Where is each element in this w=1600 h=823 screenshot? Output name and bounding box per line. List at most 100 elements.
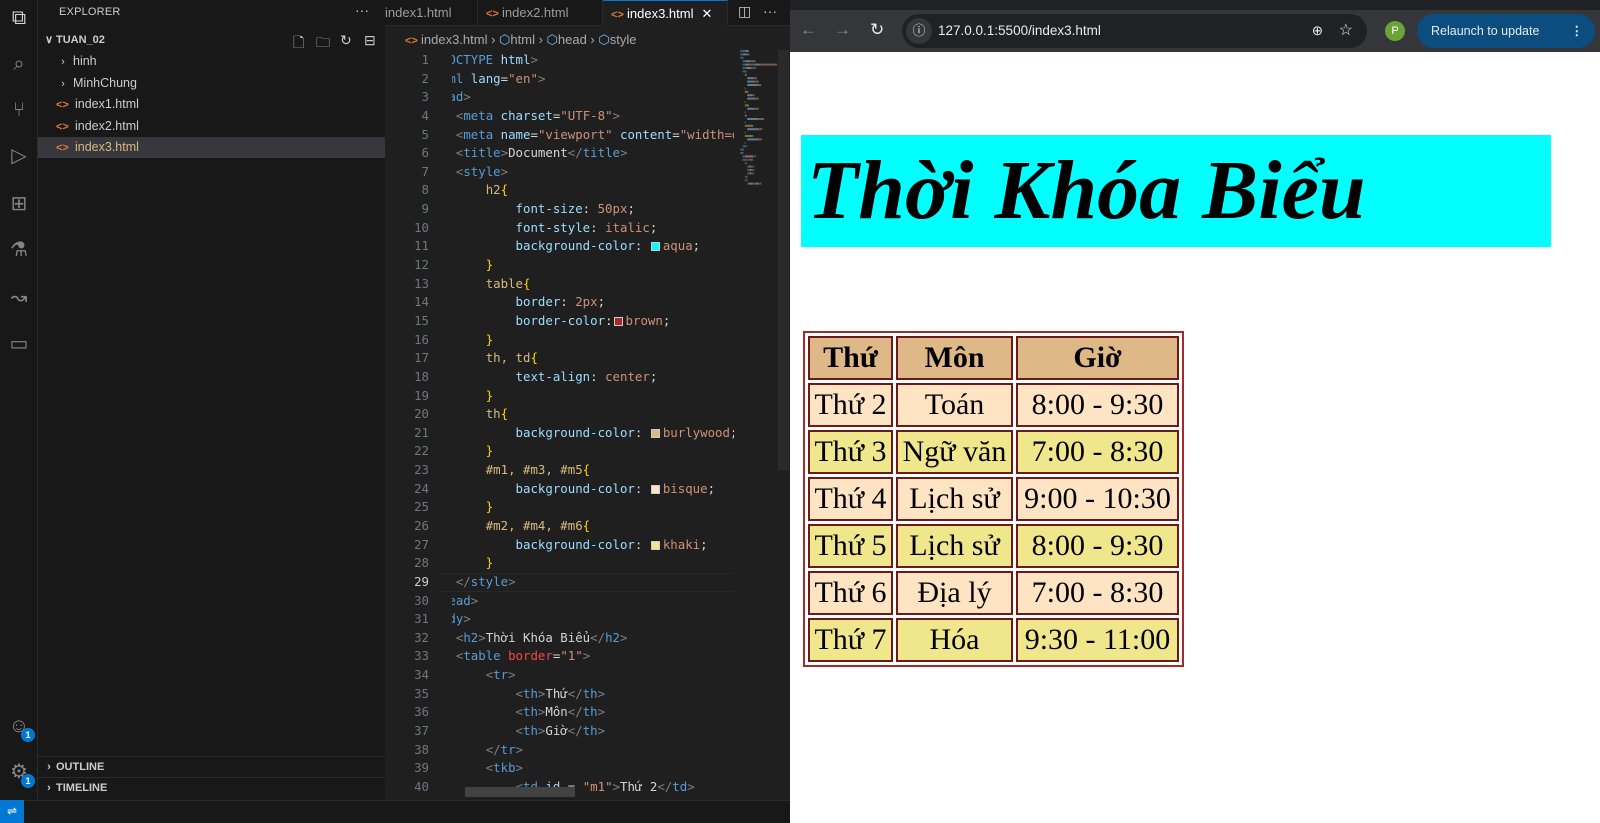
close-icon[interactable]: ✕ xyxy=(701,6,712,21)
code-line[interactable]: } xyxy=(452,442,734,461)
back-icon[interactable]: ← xyxy=(800,20,817,40)
extensions-icon[interactable]: ⊞ xyxy=(5,190,33,218)
code-line[interactable]: </head> xyxy=(452,592,734,611)
code-token: > xyxy=(537,70,546,86)
code-token: > xyxy=(582,648,591,664)
zoom-icon[interactable]: ⊕ xyxy=(1312,14,1323,48)
tab-index2[interactable]: <> index2.html xyxy=(478,0,603,26)
code-line[interactable]: background-color: khaki; xyxy=(452,536,734,555)
remote-icon[interactable]: ↝ xyxy=(5,284,33,312)
code-line[interactable]: } xyxy=(452,387,734,406)
run-debug-icon[interactable]: ▷ xyxy=(5,142,33,170)
code-line[interactable]: <html lang="en"> xyxy=(452,70,734,89)
code-line[interactable]: border: 2px; xyxy=(452,293,734,312)
tab-index1[interactable]: index1.html xyxy=(377,0,478,26)
code-line[interactable]: </style> xyxy=(452,573,734,592)
code-line[interactable]: #m1, #m3, #m5{ xyxy=(452,461,734,480)
reload-icon[interactable]: ↻ xyxy=(870,20,884,40)
code-line[interactable]: th{ xyxy=(452,405,734,424)
code-line[interactable]: } xyxy=(452,331,734,350)
settings-gear-icon[interactable]: ⚙ 1 xyxy=(5,758,35,788)
code-line[interactable]: th, td{ xyxy=(452,349,734,368)
code-line[interactable]: <title>Document</title> xyxy=(452,144,734,163)
code-token: > xyxy=(500,145,509,161)
code-line[interactable]: #m2, #m4, #m6{ xyxy=(452,517,734,536)
outline-section[interactable]: › OUTLINE xyxy=(38,756,385,777)
menu-icon[interactable]: ⋮ xyxy=(1571,14,1584,48)
code-line[interactable]: background-color: aqua; xyxy=(452,237,734,256)
minimap-mark xyxy=(752,124,754,127)
code-line[interactable]: <tkb> xyxy=(452,759,734,778)
code-line[interactable]: } xyxy=(452,256,734,275)
code-line[interactable]: <meta name="viewport" content="width=dev… xyxy=(452,126,734,145)
code-line[interactable]: table{ xyxy=(452,275,734,294)
code-token: tr xyxy=(500,741,516,757)
code-line[interactable]: <th>Thứ</th> xyxy=(452,685,734,704)
code-editor[interactable]: 1<!DOCTYPE html>2<html lang="en">3<head>… xyxy=(385,50,790,800)
forward-icon[interactable]: → xyxy=(834,20,851,40)
code-line[interactable]: background-color: bisque; xyxy=(452,480,734,499)
testing-icon[interactable]: ⚗ xyxy=(5,236,33,264)
folder-item[interactable]: › MinhChung xyxy=(38,73,385,94)
code-line[interactable]: } xyxy=(452,498,734,517)
more-actions-icon[interactable]: ··· xyxy=(355,2,369,18)
breadcrumb-item[interactable]: style xyxy=(610,32,637,47)
remote-indicator[interactable]: ⇌ xyxy=(0,800,24,823)
code-line[interactable]: border-color: brown; xyxy=(452,312,734,331)
breadcrumb-item[interactable]: index3.html xyxy=(421,32,487,47)
file-item[interactable]: <> index2.html xyxy=(38,116,385,137)
code-line[interactable]: <body> xyxy=(452,610,734,629)
code-line[interactable]: <style> xyxy=(452,163,734,182)
minimap-mark xyxy=(753,169,755,171)
code-line[interactable]: <!DOCTYPE html> xyxy=(452,51,734,70)
more-icon[interactable]: ··· xyxy=(763,3,777,19)
folder-item[interactable]: › hinh xyxy=(38,51,385,72)
code-line[interactable]: <table border="1"> xyxy=(452,647,734,666)
chat-icon[interactable]: ▭ xyxy=(5,330,33,358)
breadcrumb-item[interactable]: html xyxy=(510,32,535,47)
folder-header[interactable]: ∨ TUAN_02 xyxy=(38,30,385,51)
code-line[interactable]: text-align: center; xyxy=(452,368,734,387)
code-line[interactable]: <head> xyxy=(452,88,734,107)
refresh-icon[interactable]: ↻ xyxy=(340,32,352,49)
code-line[interactable]: font-style: italic; xyxy=(452,219,734,238)
split-editor-icon[interactable]: ◫ xyxy=(738,3,751,20)
site-info-icon[interactable]: ⓘ xyxy=(906,18,932,45)
editor-scroll-thumb[interactable] xyxy=(778,50,789,470)
bookmark-star-icon[interactable]: ☆ xyxy=(1339,14,1353,48)
minimap[interactable] xyxy=(740,50,778,190)
address-bar[interactable]: ⓘ 127.0.0.1:5500/index3.html ⊕ ☆ xyxy=(902,14,1367,48)
line-number: 37 xyxy=(414,723,429,739)
code-line[interactable]: <th>Giờ</th> xyxy=(452,722,734,741)
tab-index3[interactable]: <> index3.html ✕ xyxy=(603,0,728,26)
minimap-mark xyxy=(760,84,761,86)
line-number: 18 xyxy=(414,368,429,384)
line-number: 32 xyxy=(414,629,429,645)
code-line[interactable]: <th>Môn</th> xyxy=(452,703,734,722)
element-icon: ⬡ xyxy=(598,32,610,47)
code-token: { xyxy=(582,462,591,478)
explorer-icon[interactable]: ⧉ xyxy=(5,4,33,32)
collapse-all-icon[interactable]: ⊟ xyxy=(364,32,376,49)
timeline-section[interactable]: › TIMELINE xyxy=(38,777,385,798)
horizontal-scroll-thumb[interactable] xyxy=(465,787,575,797)
profile-avatar[interactable]: P xyxy=(1385,21,1405,41)
code-token: > xyxy=(508,573,516,589)
code-line[interactable]: } xyxy=(452,554,734,573)
source-control-icon[interactable]: ⑂ xyxy=(5,96,33,124)
code-line[interactable]: <tr> xyxy=(452,666,734,685)
code-line[interactable]: font-size: 50px; xyxy=(452,200,734,219)
code-token: Thời Khóa Biểu xyxy=(485,629,591,645)
relaunch-button[interactable]: Relaunch to update ⋮ xyxy=(1417,14,1595,48)
file-item[interactable]: <> index3.html xyxy=(38,137,385,159)
code-line[interactable]: <h2>Thời Khóa Biểu</h2> xyxy=(452,629,734,648)
search-icon[interactable]: ⌕ xyxy=(5,50,33,78)
breadcrumb-item[interactable]: head xyxy=(558,32,587,47)
file-item[interactable]: <> index1.html xyxy=(38,94,385,115)
html-file-icon: <> xyxy=(56,99,69,112)
code-line[interactable]: <meta charset="UTF-8"> xyxy=(452,107,734,126)
account-icon[interactable]: ☺ 1 xyxy=(5,712,35,742)
code-line[interactable]: h2{ xyxy=(452,181,734,200)
code-line[interactable]: </tr> xyxy=(452,741,734,760)
code-line[interactable]: background-color: burlywood; xyxy=(452,424,734,443)
